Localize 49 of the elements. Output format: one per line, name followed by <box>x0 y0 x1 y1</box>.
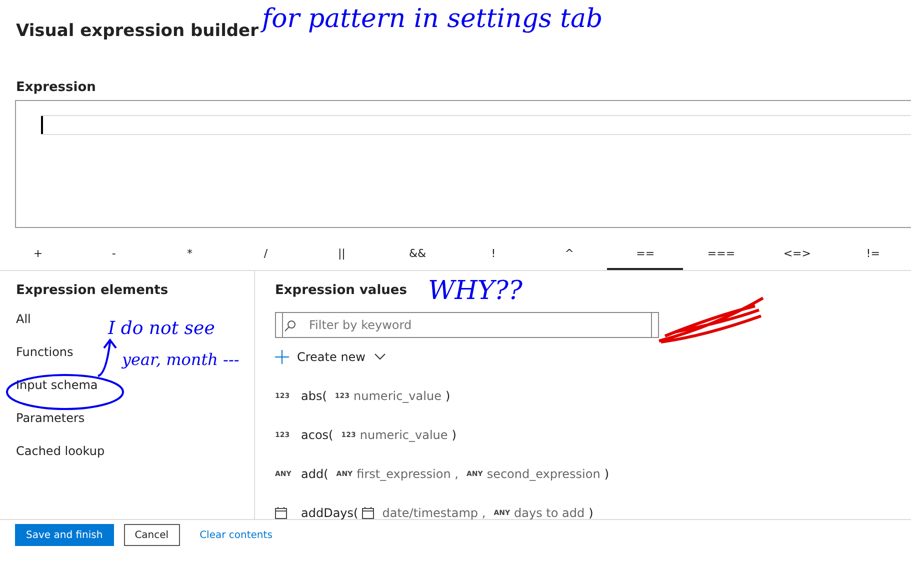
category-item[interactable]: Cached lookup <box>16 444 105 459</box>
plus-icon <box>275 350 289 364</box>
function-name[interactable]: acos( <box>301 428 334 442</box>
chevron-down-icon <box>374 353 386 361</box>
section-heading: Expression values <box>275 283 407 298</box>
category-item[interactable]: Parameters <box>16 411 85 426</box>
argument-name: date/timestamp , <box>382 506 486 520</box>
operator-button[interactable]: && <box>380 236 456 270</box>
operator-button[interactable]: == <box>607 236 684 270</box>
operator-button[interactable]: + <box>0 236 76 270</box>
dialog-title: Visual expression builder <box>15 20 258 43</box>
operator-button[interactable]: || <box>304 236 380 270</box>
closing-paren: ) <box>604 466 610 480</box>
expression-editor[interactable] <box>15 100 911 228</box>
closing-paren: ) <box>452 428 456 442</box>
handwritten-note: WHY?? <box>428 276 522 306</box>
operator-button[interactable]: <=> <box>759 236 836 270</box>
argument-name: numeric_value <box>354 388 442 402</box>
function-name[interactable]: addDays( <box>301 506 358 520</box>
handwritten-note: I do not see <box>108 318 215 339</box>
closing-paren: ) <box>445 388 450 402</box>
calendar-icon <box>362 506 374 518</box>
handwritten-note: for pattern in settings tab <box>262 4 603 34</box>
section-heading: Expression elements <box>16 283 168 298</box>
operator-button[interactable]: != <box>835 236 911 270</box>
argument-name: days to add <box>514 506 585 520</box>
function-name[interactable]: add( <box>301 466 328 480</box>
handwritten-note: year, month --- <box>122 350 240 369</box>
operator-button[interactable]: ! <box>456 236 532 270</box>
create-new-button[interactable]: Create new <box>275 350 386 364</box>
operator-button[interactable]: - <box>76 236 152 270</box>
save-button[interactable]: Save and finish <box>15 524 114 546</box>
search-icon <box>284 320 296 332</box>
operator-button[interactable]: * <box>152 236 228 270</box>
argument-name: second_expression <box>486 466 600 480</box>
category-item[interactable]: All <box>16 312 31 327</box>
calendar-icon <box>275 506 287 518</box>
clear-link[interactable]: Clear contents <box>190 524 282 546</box>
function-name[interactable]: abs( <box>301 388 327 402</box>
category-item[interactable]: Functions <box>16 345 74 360</box>
operator-button[interactable]: === <box>683 236 760 270</box>
expression-label: Expression <box>15 79 97 96</box>
cancel-button[interactable]: Cancel <box>124 524 180 546</box>
search-field[interactable]: Filter by keyword <box>282 312 652 338</box>
operator-button[interactable]: ^ <box>531 236 608 270</box>
argument-name: first_expression , <box>356 466 458 480</box>
argument-name: numeric_value <box>360 428 448 442</box>
operator-button[interactable]: / <box>228 236 304 270</box>
closing-paren: ) <box>588 506 594 520</box>
